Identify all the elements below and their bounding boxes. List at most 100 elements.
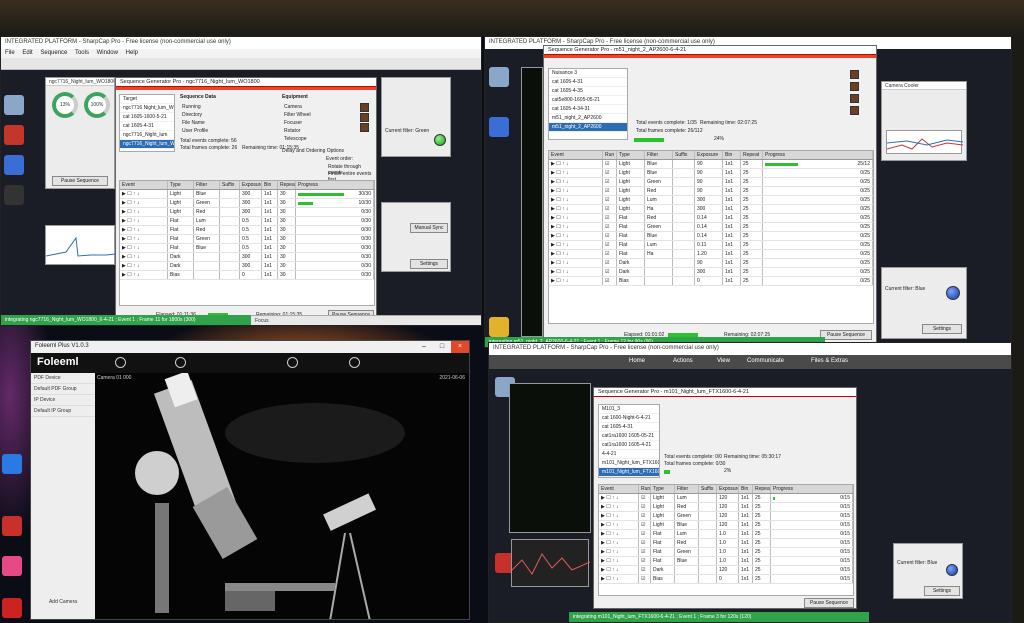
target-item[interactable]: Target: [120, 95, 174, 104]
cell-filter[interactable]: [194, 271, 220, 279]
table-row[interactable]: ▶ ☐ ↑ ↓ ☑ Light Red 90 1x1 25 0/25: [549, 187, 873, 196]
target-item[interactable]: cat5e800-1605-05-21: [549, 96, 627, 105]
cell-repeat[interactable]: 25: [741, 259, 763, 267]
cell-type[interactable]: Dark: [168, 262, 194, 270]
sidebar-default-pdf-group[interactable]: Default PDF Group: [31, 384, 95, 395]
recycle-bin-icon[interactable]: [489, 67, 509, 87]
cell-bin[interactable]: 1x1: [739, 503, 753, 511]
event-controls[interactable]: ▶ ☐ ↑ ↓: [120, 244, 168, 252]
cell-exposure[interactable]: 90: [695, 259, 723, 267]
minimize-icon[interactable]: –: [415, 341, 433, 353]
cell-suffix[interactable]: [699, 503, 717, 511]
event-controls[interactable]: ▶ ☐ ↑ ↓: [599, 548, 639, 556]
equipment-connect-button[interactable]: [360, 113, 369, 122]
cell-bin[interactable]: 1x1: [262, 271, 278, 279]
run-checkbox[interactable]: ☑: [639, 530, 651, 538]
adobe-icon[interactable]: [2, 556, 22, 576]
add-camera-button[interactable]: Add Camera: [31, 597, 95, 607]
table-row[interactable]: ▶ ☐ ↑ ↓ Flat Lum 0.5 1x1 30 0/30: [120, 217, 374, 226]
cell-repeat[interactable]: 25: [753, 566, 771, 574]
run-checkbox[interactable]: ☑: [603, 241, 617, 249]
cell-filter[interactable]: Green: [675, 548, 699, 556]
cell-repeat[interactable]: 30: [278, 226, 296, 234]
equipment-connect-button[interactable]: [360, 123, 369, 132]
sidebar-pdf-device[interactable]: PDF Device: [31, 373, 95, 384]
cell-bin[interactable]: 1x1: [723, 196, 741, 204]
cell-repeat[interactable]: 30: [278, 199, 296, 207]
settings-button[interactable]: Settings: [410, 259, 448, 269]
cell-suffix[interactable]: [220, 244, 240, 252]
run-checkbox[interactable]: ☑: [603, 259, 617, 267]
cell-exposure[interactable]: 90: [695, 160, 723, 168]
cell-type[interactable]: Dark: [651, 566, 675, 574]
table-row[interactable]: ▶ ☐ ↑ ↓ Light Blue 300 1x1 30 30/30: [120, 190, 374, 199]
event-controls[interactable]: ▶ ☐ ↑ ↓: [549, 241, 603, 249]
cell-type[interactable]: Bias: [651, 575, 675, 583]
cell-bin[interactable]: 1x1: [262, 235, 278, 243]
cell-exposure[interactable]: 0.14: [695, 214, 723, 222]
cell-type[interactable]: Flat: [651, 548, 675, 556]
cell-suffix[interactable]: [220, 217, 240, 225]
table-row[interactable]: ▶ ☐ ↑ ↓ Bias 0 1x1 30 0/30: [120, 271, 374, 280]
live-view-icon[interactable]: [115, 357, 126, 368]
playback-icon[interactable]: [175, 357, 186, 368]
table-row[interactable]: ▶ ☐ ↑ ↓ ☑ Light Blue 90 1x1 25 25/12: [549, 160, 873, 169]
cell-bin[interactable]: 1x1: [739, 539, 753, 547]
run-checkbox[interactable]: ☑: [639, 512, 651, 520]
stellarium-icon[interactable]: [489, 117, 509, 137]
settings-icon[interactable]: [287, 357, 298, 368]
app-icon-blue[interactable]: [4, 155, 24, 175]
cell-bin[interactable]: 1x1: [723, 241, 741, 249]
cell-exposure[interactable]: 0: [240, 271, 262, 279]
cell-bin[interactable]: 1x1: [723, 277, 741, 285]
cell-bin[interactable]: 1x1: [739, 494, 753, 502]
cell-filter[interactable]: Red: [194, 208, 220, 216]
cell-exposure[interactable]: 90: [695, 187, 723, 195]
cell-suffix[interactable]: [220, 208, 240, 216]
table-row[interactable]: ▶ ☐ ↑ ↓ ☑ Dark 90 1x1 25 0/25: [549, 259, 873, 268]
menu-sequence[interactable]: Sequence: [40, 50, 67, 56]
cell-filter[interactable]: Green: [194, 199, 220, 207]
canon-icon[interactable]: [2, 598, 22, 618]
table-row[interactable]: ▶ ☐ ↑ ↓ Light Red 300 1x1 30 0/30: [120, 208, 374, 217]
cell-exposure[interactable]: 300: [240, 208, 262, 216]
cell-type[interactable]: Light: [651, 512, 675, 520]
run-checkbox[interactable]: ☑: [603, 196, 617, 204]
table-row[interactable]: ▶ ☐ ↑ ↓ ☑ Flat Red 0.14 1x1 25 0/25: [549, 214, 873, 223]
run-checkbox[interactable]: ☑: [603, 250, 617, 258]
table-row[interactable]: ▶ ☐ ↑ ↓ ☑ Light Blue 90 1x1 25 0/25: [549, 169, 873, 178]
cell-filter[interactable]: Lum: [194, 217, 220, 225]
cell-suffix[interactable]: [699, 521, 717, 529]
cell-bin[interactable]: 1x1: [262, 208, 278, 216]
cell-repeat[interactable]: 30: [278, 235, 296, 243]
cell-repeat[interactable]: 25: [753, 557, 771, 565]
cell-filter[interactable]: [645, 268, 673, 276]
table-row[interactable]: ▶ ☐ ↑ ↓ ☑ Dark 300 1x1 25 0/25: [549, 268, 873, 277]
run-checkbox[interactable]: ☑: [639, 494, 651, 502]
event-controls[interactable]: ▶ ☐ ↑ ↓: [120, 271, 168, 279]
cell-type[interactable]: Bias: [617, 277, 645, 285]
target-item[interactable]: m51_night_2_AP2600: [549, 114, 627, 123]
cell-suffix[interactable]: [673, 250, 695, 258]
cell-type[interactable]: Light: [617, 205, 645, 213]
cell-repeat[interactable]: 30: [278, 271, 296, 279]
event-controls[interactable]: ▶ ☐ ↑ ↓: [549, 160, 603, 168]
cell-filter[interactable]: Red: [675, 503, 699, 511]
toolbar-communicate[interactable]: Communicate: [747, 358, 784, 364]
toolbar-view[interactable]: View: [717, 358, 730, 364]
toolbar-actions[interactable]: Actions: [673, 358, 693, 364]
cell-type[interactable]: Flat: [617, 214, 645, 222]
pause-sequence-button[interactable]: Pause Sequence: [52, 176, 108, 186]
cell-repeat[interactable]: 30: [278, 217, 296, 225]
target-item-selected[interactable]: ngc7716_Night_lum_WO1800: [120, 140, 174, 149]
cell-bin[interactable]: 1x1: [262, 253, 278, 261]
cell-repeat[interactable]: 25: [741, 241, 763, 249]
cell-suffix[interactable]: [673, 214, 695, 222]
cell-bin[interactable]: 1x1: [723, 223, 741, 231]
event-controls[interactable]: ▶ ☐ ↑ ↓: [120, 253, 168, 261]
cell-type[interactable]: Light: [617, 196, 645, 204]
cell-filter[interactable]: Ha: [645, 250, 673, 258]
target-item[interactable]: cat 1605-4-31: [120, 122, 174, 131]
cell-exposure[interactable]: 0.5: [240, 217, 262, 225]
event-controls[interactable]: ▶ ☐ ↑ ↓: [599, 503, 639, 511]
